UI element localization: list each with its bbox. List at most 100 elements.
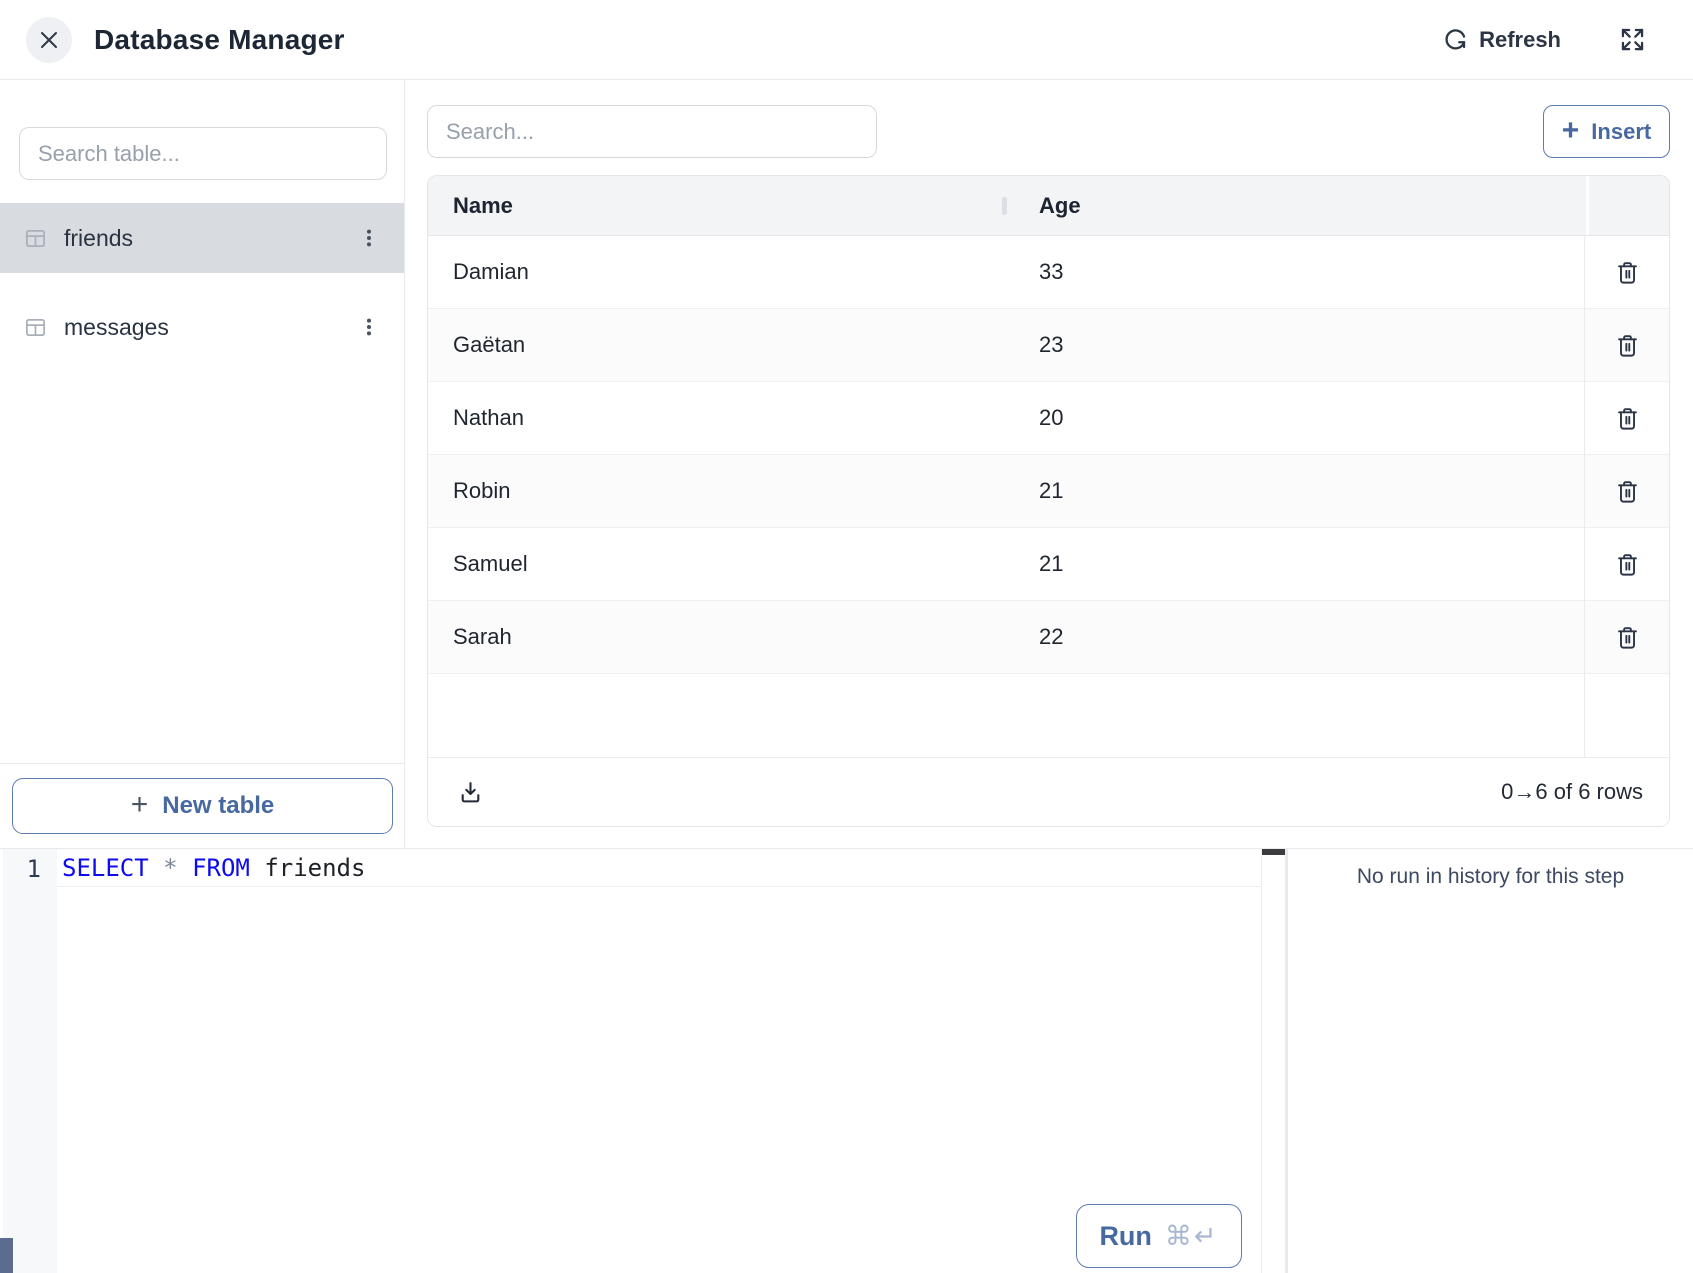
- table-search-input[interactable]: [19, 127, 387, 180]
- kebab-menu-icon: [358, 227, 380, 249]
- kebab-menu-icon: [358, 316, 380, 338]
- insert-button[interactable]: + Insert: [1543, 105, 1670, 158]
- data-search-input[interactable]: [427, 105, 877, 158]
- data-table: Name Age Damian33Gaëtan23Nathan20Robin21…: [427, 175, 1670, 827]
- run-history-panel: No run in history for this step: [1288, 849, 1693, 1273]
- fullscreen-button[interactable]: [1619, 26, 1646, 53]
- cell-name: Nathan: [428, 382, 1004, 454]
- table-name-label: messages: [64, 314, 169, 341]
- new-table-label: New table: [162, 792, 274, 820]
- cell-name: Sarah: [428, 601, 1004, 673]
- cell-actions: [1586, 309, 1669, 381]
- top-bar-actions: Refresh: [1443, 26, 1646, 53]
- delete-row-button[interactable]: [1608, 545, 1647, 584]
- plus-icon: +: [1562, 116, 1580, 146]
- cell-name: Samuel: [428, 528, 1004, 600]
- close-icon: [37, 28, 61, 52]
- delete-row-button[interactable]: [1608, 472, 1647, 511]
- run-button[interactable]: Run ⌘↵: [1076, 1204, 1242, 1268]
- table-list: friends messages: [0, 203, 404, 362]
- cell-actions: [1586, 382, 1669, 454]
- command-icon: ⌘: [1165, 1221, 1194, 1251]
- cell-actions: [1586, 236, 1669, 308]
- refresh-button[interactable]: Refresh: [1443, 27, 1561, 53]
- table-empty-space: [428, 674, 1669, 757]
- scrollbar-thumb[interactable]: [1262, 849, 1285, 855]
- table-row: Samuel21: [428, 528, 1669, 601]
- return-icon: ↵: [1194, 1221, 1219, 1251]
- scroll-handle[interactable]: [0, 1238, 13, 1273]
- table-row: Gaëtan23: [428, 309, 1669, 382]
- sql-token: friends: [264, 854, 365, 882]
- shortcut-hint: ⌘↵: [1165, 1221, 1219, 1252]
- refresh-label: Refresh: [1479, 27, 1561, 53]
- sql-editor-section: 1 SELECT * FROM friends No run in histor…: [0, 848, 1693, 1273]
- cell-name: Damian: [428, 236, 1004, 308]
- sql-token: [149, 854, 163, 882]
- table-row: Damian33: [428, 236, 1669, 309]
- sql-token: FROM: [192, 854, 250, 882]
- code-line: SELECT * FROM friends: [57, 849, 1261, 887]
- editor-gutter: 1: [3, 849, 57, 1273]
- download-button[interactable]: [458, 780, 483, 805]
- table-name-label: friends: [64, 225, 133, 252]
- cell-age: 23: [1004, 309, 1586, 381]
- trash-icon: [1614, 624, 1641, 651]
- sql-token: *: [163, 854, 177, 882]
- delete-row-button[interactable]: [1608, 399, 1647, 438]
- sidebar-item-friends[interactable]: friends: [0, 203, 404, 273]
- delete-row-button[interactable]: [1608, 253, 1647, 292]
- sidebar-bottom: + New table: [0, 763, 404, 848]
- cell-actions: [1586, 455, 1669, 527]
- download-icon: [458, 780, 483, 805]
- trash-icon: [1614, 405, 1641, 432]
- main-panel: + Insert Name Age Damian33Gaëtan23Nathan…: [405, 80, 1693, 848]
- table-footer: 0→6 of 6 rows: [428, 757, 1669, 826]
- insert-label: Insert: [1591, 119, 1651, 145]
- column-header-age[interactable]: Age: [1004, 176, 1586, 235]
- fullscreen-icon: [1619, 26, 1646, 53]
- new-table-button[interactable]: + New table: [12, 778, 393, 834]
- history-empty-message: No run in history for this step: [1288, 849, 1693, 889]
- table-options-button[interactable]: [358, 316, 380, 338]
- sql-token: [178, 854, 192, 882]
- table-row: Sarah22: [428, 601, 1669, 674]
- table-icon: [24, 227, 47, 250]
- table-icon: [24, 316, 47, 339]
- cell-age: 20: [1004, 382, 1586, 454]
- cell-name: Gaëtan: [428, 309, 1004, 381]
- table-header-row: Name Age: [428, 176, 1669, 236]
- rows-count-label: 0→6 of 6 rows: [1501, 779, 1643, 805]
- trash-icon: [1614, 551, 1641, 578]
- line-number: 1: [3, 849, 57, 883]
- close-button[interactable]: [26, 17, 72, 63]
- sidebar: friends messages + New table: [0, 80, 405, 848]
- cell-age: 21: [1004, 455, 1586, 527]
- cell-name: Robin: [428, 455, 1004, 527]
- sql-token: SELECT: [62, 854, 149, 882]
- sql-token: [250, 854, 264, 882]
- sidebar-item-messages[interactable]: messages: [0, 292, 404, 362]
- plus-icon: +: [131, 790, 149, 820]
- column-header-actions: [1586, 176, 1669, 235]
- database-manager-window: Database Manager Refresh: [0, 0, 1693, 1273]
- trash-icon: [1614, 332, 1641, 359]
- data-toolbar: + Insert: [427, 105, 1670, 158]
- trash-icon: [1614, 259, 1641, 286]
- cell-actions: [1586, 601, 1669, 673]
- trash-icon: [1614, 478, 1641, 505]
- table-body: Damian33Gaëtan23Nathan20Robin21Samuel21S…: [428, 236, 1669, 674]
- column-header-name[interactable]: Name: [428, 176, 1004, 235]
- table-options-button[interactable]: [358, 227, 380, 249]
- editor-scrollbar[interactable]: [1261, 849, 1285, 1273]
- cell-actions: [1586, 528, 1669, 600]
- cell-age: 33: [1004, 236, 1586, 308]
- page-title: Database Manager: [94, 24, 345, 56]
- refresh-icon: [1443, 27, 1468, 52]
- table-row: Robin21: [428, 455, 1669, 528]
- delete-row-button[interactable]: [1608, 618, 1647, 657]
- cell-age: 21: [1004, 528, 1586, 600]
- table-row: Nathan20: [428, 382, 1669, 455]
- run-label: Run: [1099, 1221, 1151, 1252]
- delete-row-button[interactable]: [1608, 326, 1647, 365]
